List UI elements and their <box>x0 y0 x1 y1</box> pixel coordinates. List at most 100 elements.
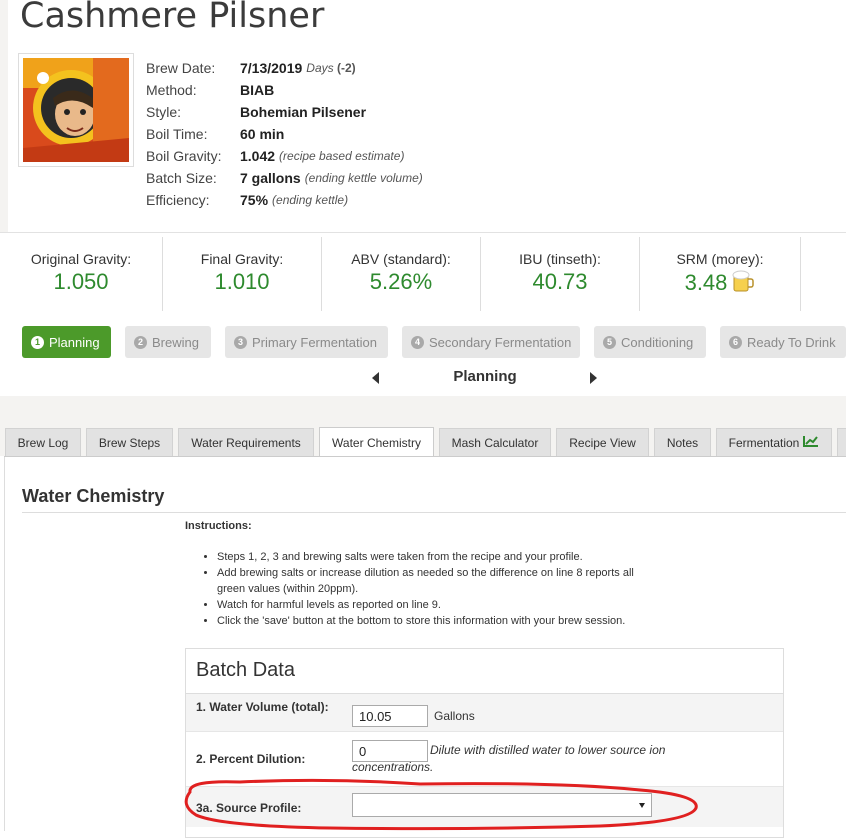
detail-value: 7/13/2019 <box>240 60 303 76</box>
step-number: 1 <box>31 335 44 349</box>
detail-value: Bohemian Pilsener <box>240 104 367 120</box>
recipe-details: Brew Date: 7/13/2019 Days (-2) Method: B… <box>146 57 423 211</box>
detail-efficiency: Efficiency: 75% (ending kettle) <box>146 189 423 211</box>
step-conditioning[interactable]: 5 Conditioning <box>594 326 706 358</box>
stat-value: 40.73 <box>532 269 588 294</box>
source-profile-label: 3a. Source Profile: <box>196 801 302 815</box>
recipe-image <box>18 53 134 167</box>
stat-value: 3.48 <box>684 269 728 295</box>
chevron-down-icon <box>639 803 645 808</box>
detail-label: Efficiency: <box>146 192 210 208</box>
tab-water-requirements[interactable]: Water Requirements <box>178 428 314 456</box>
step-ready-to-drink[interactable]: 6 Ready To Drink <box>720 326 846 358</box>
water-volume-row: 1. Water Volume (total): Gallons <box>186 694 783 732</box>
tab-label: Mash Calculator <box>451 435 539 450</box>
step-planning[interactable]: 1 Planning <box>22 326 111 358</box>
step-label: Ready To Drink <box>747 334 836 350</box>
step-number: 5 <box>603 335 616 349</box>
instruction-item: Steps 1, 2, 3 and brewing salts were tak… <box>217 549 637 565</box>
detail-label: Boil Time: <box>146 126 208 142</box>
tab-fermentation[interactable]: Fermentation <box>716 428 832 456</box>
detail-label: Boil Gravity: <box>146 148 222 164</box>
step-label: Brewing <box>152 334 199 350</box>
percent-dilution-row: 2. Percent Dilution: Dilute with distill… <box>186 732 783 787</box>
detail-batch-size: Batch Size: 7 gallons (ending kettle vol… <box>146 167 423 189</box>
step-label: Planning <box>49 334 100 350</box>
stats-bar: Original Gravity: 1.050 Final Gravity: 1… <box>0 232 846 318</box>
tab-recipe-view[interactable]: Recipe View <box>556 428 649 456</box>
instruction-item: Watch for harmful levels as reported on … <box>217 597 637 613</box>
detail-brew-date: Brew Date: 7/13/2019 Days (-2) <box>146 57 423 79</box>
step-number: 4 <box>411 335 424 349</box>
days-label: Days <box>306 61 337 75</box>
step-brewing[interactable]: 2 Brewing <box>125 326 211 358</box>
section-divider <box>22 512 846 513</box>
stat-label: Final Gravity: <box>200 251 284 267</box>
tab-mash-calculator[interactable]: Mash Calculator <box>439 428 551 456</box>
brew-progress: 1 Planning 2 Brewing 3 Primary Fermentat… <box>0 316 846 396</box>
water-volume-label: 1. Water Volume (total): <box>196 700 329 714</box>
tab-water-chemistry[interactable]: Water Chemistry <box>319 427 434 458</box>
stat-value: 5.26% <box>369 269 433 294</box>
step-label: Primary Fermentation <box>252 334 377 350</box>
instruction-item: Add brewing salts or increase dilution a… <box>217 565 637 597</box>
step-primary-fermentation[interactable]: 3 Primary Fermentation <box>225 326 388 358</box>
stat-divider <box>800 237 801 311</box>
detail-note: (recipe based estimate) <box>279 149 405 163</box>
step-number: 3 <box>234 335 247 349</box>
session-tabs: Brew Log Brew Steps Water Requirements W… <box>0 427 846 458</box>
next-phase-arrow-icon[interactable] <box>590 372 597 384</box>
tab-brew-steps[interactable]: Brew Steps <box>86 428 173 456</box>
percent-dilution-label: 2. Percent Dilution: <box>196 752 306 766</box>
instruction-item: Click the 'save' button at the bottom to… <box>217 613 637 629</box>
section-title: Water Chemistry <box>22 486 165 506</box>
detail-label: Method: <box>146 82 197 98</box>
detail-boil-time: Boil Time: 60 min <box>146 123 423 145</box>
detail-boil-gravity: Boil Gravity: 1.042 (recipe based estima… <box>146 145 423 167</box>
instructions-list: Steps 1, 2, 3 and brewing salts were tak… <box>185 549 637 629</box>
step-label: Secondary Fermentation <box>429 334 572 350</box>
detail-style: Style: Bohemian Pilsener <box>146 101 423 123</box>
tab-notes[interactable]: Notes <box>654 428 711 456</box>
chart-icon <box>803 435 819 450</box>
detail-value: 75% <box>240 192 269 208</box>
beer-mug-icon <box>731 269 755 299</box>
step-number: 2 <box>134 335 147 349</box>
source-profile-select[interactable] <box>352 793 652 817</box>
detail-label: Style: <box>146 104 182 120</box>
detail-value: 1.042 <box>240 148 276 164</box>
stat-value: 1.050 <box>53 269 109 294</box>
days-value: (-2) <box>336 61 356 75</box>
tab-brew-log[interactable]: Brew Log <box>5 428 81 456</box>
detail-label: Brew Date: <box>146 60 216 76</box>
tab-label: Water Requirements <box>191 435 301 450</box>
step-label: Conditioning <box>621 334 694 350</box>
detail-note: (ending kettle) <box>272 193 349 207</box>
instructions-heading: Instructions: <box>185 520 252 532</box>
recipe-header: Cashmere Pilsner Brew Date: 7/13/2019 Da… <box>0 0 846 232</box>
stat-srm: SRM (morey): 3.48 <box>640 237 800 311</box>
detail-label: Batch Size: <box>146 170 217 186</box>
detail-note: Days (-2) <box>306 61 355 75</box>
stat-abv: ABV (standard): 5.26% <box>322 237 480 311</box>
water-volume-input[interactable] <box>352 705 428 727</box>
tab-label: Brew Steps <box>98 435 161 450</box>
panel-title: Batch Data <box>196 659 295 681</box>
stat-label: ABV (standard): <box>351 251 451 267</box>
recipe-title: Cashmere Pilsner <box>20 0 325 36</box>
previous-phase-arrow-icon[interactable] <box>372 372 379 384</box>
tab-label: Recipe View <box>569 435 636 450</box>
detail-value: 60 min <box>240 126 285 142</box>
step-secondary-fermentation[interactable]: 4 Secondary Fermentation <box>402 326 580 358</box>
stat-original-gravity: Original Gravity: 1.050 <box>0 237 162 311</box>
source-profile-row: 3a. Source Profile: <box>186 787 783 827</box>
phase-navigator: Planning <box>360 366 610 388</box>
detail-method: Method: BIAB <box>146 79 423 101</box>
tab-overflow[interactable] <box>837 428 846 456</box>
current-phase-label: Planning <box>453 368 517 385</box>
tab-label: Brew Log <box>17 435 69 450</box>
batch-data-panel: Batch Data 1. Water Volume (total): Gall… <box>185 648 784 838</box>
detail-value: BIAB <box>240 82 275 98</box>
stat-label: SRM (morey): <box>676 251 764 267</box>
stat-ibu: IBU (tinseth): 40.73 <box>481 237 639 311</box>
